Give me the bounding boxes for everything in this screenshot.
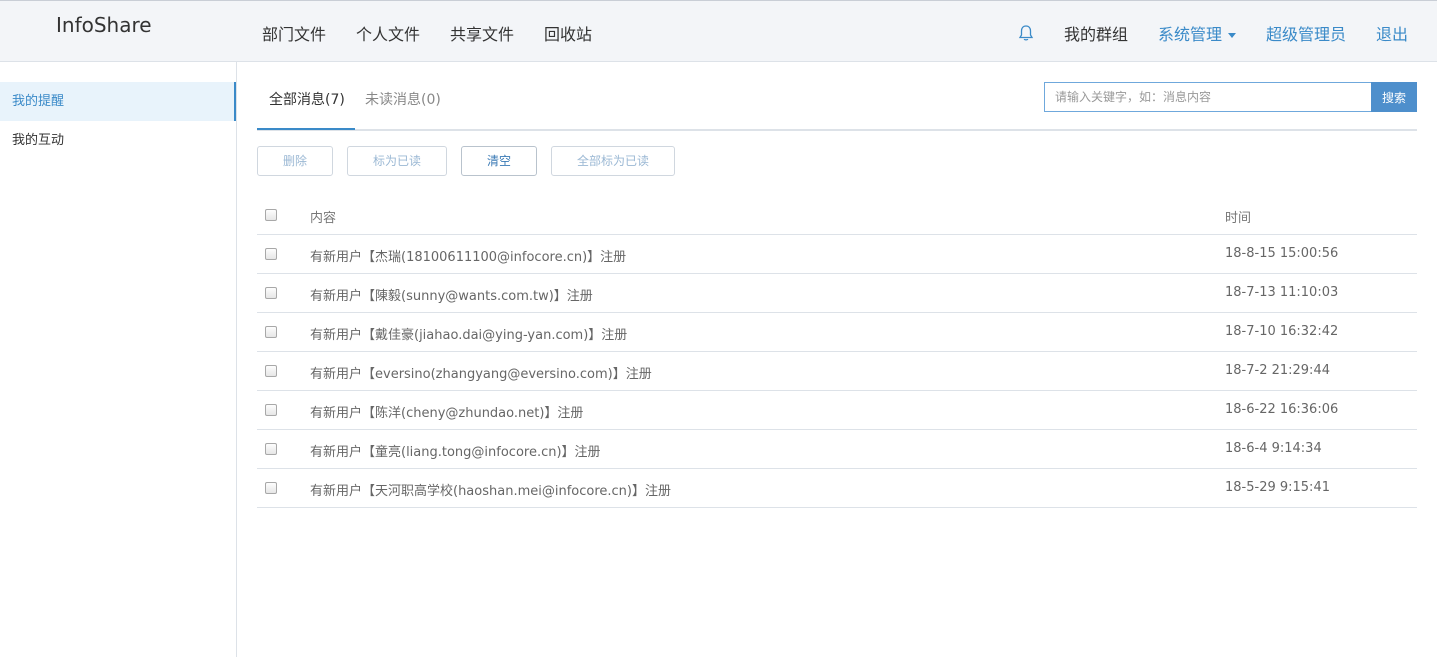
row-checkbox[interactable] — [265, 482, 277, 494]
column-header-content: 内容 — [310, 211, 337, 226]
bell-icon[interactable] — [1018, 24, 1034, 42]
table-row[interactable]: 有新用户【杰瑞(18100611100@infocore.cn)】注册 18-8-… — [257, 235, 1417, 274]
select-all-checkbox[interactable] — [265, 209, 277, 221]
table-row[interactable]: 有新用户【陈洋(cheny@zhundao.net)】注册 18-6-22 16:… — [257, 391, 1417, 430]
tab-unread-messages[interactable]: 未读消息(0) — [365, 89, 441, 109]
sidebar-item-my-reminders[interactable]: 我的提醒 — [0, 82, 236, 121]
table-row[interactable]: 有新用户【戴佳豪(jiahao.dai@ying-yan.com)】注册 18-7… — [257, 313, 1417, 352]
nav-recycle-bin[interactable]: 回收站 — [544, 21, 592, 45]
delete-button[interactable]: 删除 — [257, 146, 333, 176]
table-header-row: 内容 时间 — [257, 196, 1417, 235]
message-content: 有新用户【陈洋(cheny@zhundao.net)】注册 — [310, 406, 584, 421]
main-nav: 部门文件 个人文件 共享文件 回收站 — [262, 21, 622, 45]
nav-system-admin-dropdown[interactable]: 系统管理 — [1158, 21, 1236, 45]
active-tab-indicator — [257, 128, 355, 130]
table-row[interactable]: 有新用户【陳毅(sunny@wants.com.tw)】注册 18-7-13 11… — [257, 274, 1417, 313]
message-table: 内容 时间 有新用户【杰瑞(18100611100@infocore.cn)】注… — [257, 196, 1417, 508]
row-checkbox[interactable] — [265, 248, 277, 260]
nav-personal-files[interactable]: 个人文件 — [356, 21, 420, 45]
message-time: 18-6-4 9:14:34 — [1225, 441, 1322, 456]
system-admin-label: 系统管理 — [1157, 25, 1222, 44]
nav-my-groups[interactable]: 我的群组 — [1064, 21, 1128, 45]
column-header-time: 时间 — [1225, 211, 1252, 226]
table-row[interactable]: 有新用户【天河职高学校(haoshan.mei@infocore.cn)】注册 1… — [257, 469, 1417, 508]
message-time: 18-8-15 15:00:56 — [1225, 246, 1339, 261]
caret-down-icon — [1227, 33, 1236, 38]
mark-all-read-button[interactable]: 全部标为已读 — [551, 146, 675, 176]
brand-logo[interactable]: InfoShare — [56, 13, 152, 37]
message-content: 有新用户【童亮(liang.tong@infocore.cn)】注册 — [310, 445, 601, 460]
message-content: 有新用户【杰瑞(18100611100@infocore.cn)】注册 — [310, 250, 627, 265]
user-nav: 我的群组 系统管理 超级管理员 退出 — [1018, 21, 1408, 45]
row-checkbox[interactable] — [265, 326, 277, 338]
row-checkbox[interactable] — [265, 443, 277, 455]
table-row[interactable]: 有新用户【童亮(liang.tong@infocore.cn)】注册 18-6-4… — [257, 430, 1417, 469]
tab-all-messages[interactable]: 全部消息(7) — [269, 89, 345, 109]
row-checkbox[interactable] — [265, 404, 277, 416]
message-time: 18-7-10 16:32:42 — [1225, 324, 1339, 339]
message-time: 18-7-13 11:10:03 — [1225, 285, 1339, 300]
search-button[interactable]: 搜索 — [1371, 82, 1417, 112]
message-time: 18-7-2 21:29:44 — [1225, 363, 1330, 378]
message-content: 有新用户【天河职高学校(haoshan.mei@infocore.cn)】注册 — [310, 484, 671, 499]
nav-department-files[interactable]: 部门文件 — [262, 21, 326, 45]
message-content: 有新用户【戴佳豪(jiahao.dai@ying-yan.com)】注册 — [310, 328, 628, 343]
nav-shared-files[interactable]: 共享文件 — [450, 21, 514, 45]
nav-super-admin[interactable]: 超级管理员 — [1266, 21, 1346, 45]
sidebar: 我的提醒 我的互动 — [0, 62, 237, 657]
table-row[interactable]: 有新用户【eversino(zhangyang@eversino.com)】注册… — [257, 352, 1417, 391]
row-checkbox[interactable] — [265, 365, 277, 377]
mark-read-button[interactable]: 标为已读 — [347, 146, 447, 176]
row-checkbox[interactable] — [265, 287, 277, 299]
clear-button[interactable]: 清空 — [461, 146, 537, 176]
search-input[interactable] — [1044, 82, 1372, 112]
nav-logout[interactable]: 退出 — [1376, 21, 1408, 45]
message-time: 18-5-29 9:15:41 — [1225, 480, 1330, 495]
top-navbar: InfoShare 部门文件 个人文件 共享文件 回收站 我的群组 系统管理 超… — [0, 0, 1437, 62]
message-time: 18-6-22 16:36:06 — [1225, 402, 1339, 417]
message-content: 有新用户【eversino(zhangyang@eversino.com)】注册 — [310, 367, 652, 382]
message-content: 有新用户【陳毅(sunny@wants.com.tw)】注册 — [310, 289, 593, 304]
sidebar-item-my-interactions[interactable]: 我的互动 — [0, 121, 236, 160]
